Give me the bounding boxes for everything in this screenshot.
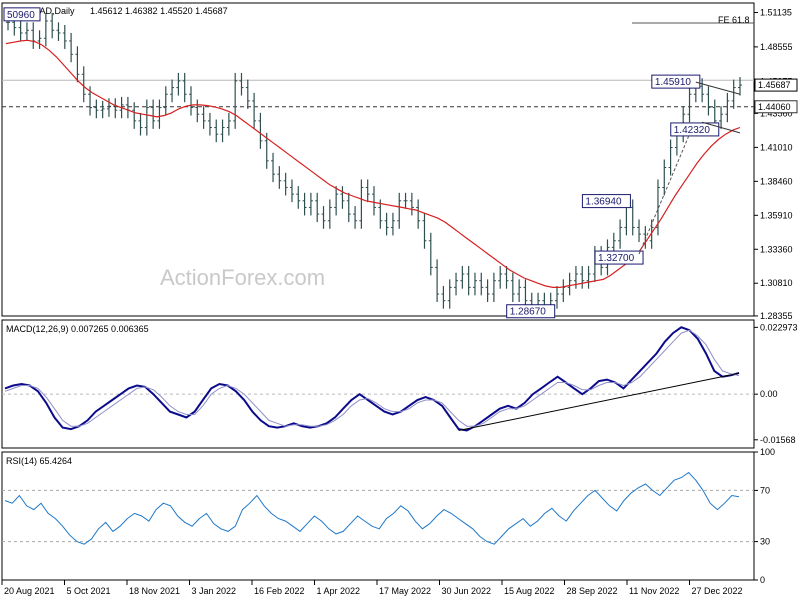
macd-tick-label: 0.00 [760,389,778,399]
price-tick-label: 1.48555 [760,42,793,52]
rsi-tick-label: 30 [760,537,770,547]
price-reference-lines [2,22,754,108]
price-annotations: 1.45687 1.44060 50960 1.45910 1.42320 1.36940… [3,7,798,319]
rsi-line [4,471,740,545]
price-tick-label: 1.51135 [760,8,792,18]
chart-canvas: ActionForex.com EURCAD,Daily 1.45612 1.4… [1,2,798,596]
price-tick-label: 1.28355 [760,311,793,321]
pivot-label: 1.28670 [510,307,547,318]
pivot-label: 50960 [7,10,35,21]
x-tick-label: 15 Aug 2022 [504,586,555,596]
pivot-label: 1.32700 [598,253,635,264]
price-tick-label: 1.38460 [760,176,793,186]
macd-plot: 0.022973 0.00 -0.01568 [2,322,798,445]
macd-panel-frame [1,319,755,449]
price-tick-label: 1.35910 [760,210,793,220]
rsi-tick-label: 70 [760,485,770,495]
x-tick-label: 16 Feb 2022 [254,586,305,596]
macd-header: MACD(12,26,9) 0.007265 0.006365 [6,324,149,334]
x-tick-label: 28 Sep 2022 [567,586,618,596]
moving-average [5,39,741,288]
x-tick-label: 18 Nov 2021 [129,586,180,596]
moving-average-line [5,39,741,288]
price-bars [6,12,742,316]
rsi-tick-label: 0 [760,575,765,585]
macd-tick-label: 0.022973 [760,322,798,332]
x-tick-label: 17 May 2022 [379,586,431,596]
price-axis-label: 1.45687 [758,80,791,90]
price-header-ohlc: 1.45612 1.46382 1.45520 1.45687 [90,6,228,16]
rsi-panel-frame [1,451,755,581]
pivot-label: 1.42320 [674,125,711,136]
rsi-tick-label: 100 [760,447,775,457]
x-tick-label: 30 Jun 2022 [442,586,492,596]
rsi-header: RSI(14) 65.4264 [6,456,72,466]
price-tick-label: 1.33360 [760,244,793,254]
x-tick-label: 1 Apr 2022 [317,586,361,596]
price-tick-label: 1.30810 [760,278,793,288]
x-tick-label: 20 Aug 2021 [4,586,55,596]
x-tick-label: 27 Dec 2022 [692,586,743,596]
fe-label: FE 61.8 [718,15,750,25]
macd-line [4,326,740,432]
x-axis: 20 Aug 2021 5 Oct 2021 18 Nov 2021 3 Jan 20… [1,580,743,596]
rsi-plot: 100 70 30 0 [2,447,775,585]
x-tick-label: 3 Jan 2022 [192,586,237,596]
price-axis-label: 1.44060 [758,102,791,112]
x-tick-label: 5 Oct 2021 [67,586,111,596]
macd-signal-line [4,329,740,427]
price-panel-frame [1,2,755,317]
x-tick-label: 11 Nov 2022 [629,586,679,596]
macd-tick-label: -0.01568 [760,435,796,445]
price-tick-label: 1.41010 [760,142,793,152]
price-axis-ticks: 1.511351.485551.459751.435601.410101.384… [754,8,793,321]
pivot-label: 1.45910 [655,77,692,88]
pivot-label: 1.36940 [585,197,622,208]
rally-trend-line [638,133,690,255]
watermark: ActionForex.com [160,265,325,290]
